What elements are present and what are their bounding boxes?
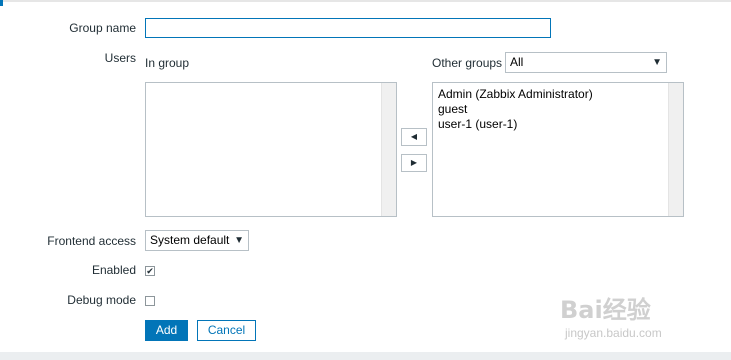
accent-tick — [0, 0, 3, 6]
cancel-button[interactable]: Cancel — [197, 320, 256, 341]
other-groups-list: Admin (Zabbix Administrator) guest user-… — [438, 87, 593, 132]
other-groups-label: Other groups — [432, 56, 503, 70]
in-group-label: In group — [145, 56, 190, 70]
users-label: Users — [104, 51, 136, 65]
top-border — [0, 0, 731, 2]
watermark-url: jingyan.baidu.com — [565, 326, 662, 340]
enabled-checkbox[interactable]: ✔ — [145, 266, 155, 276]
move-left-button[interactable]: ◀ — [401, 128, 427, 146]
footer-bar — [0, 352, 731, 360]
frontend-access-value: System default — [150, 233, 230, 247]
other-groups-listbox[interactable]: Admin (Zabbix Administrator) guest user-… — [432, 82, 684, 217]
group-name-input[interactable] — [145, 18, 551, 38]
other-groups-scrollbar[interactable] — [668, 83, 683, 216]
debug-mode-label: Debug mode — [67, 293, 136, 307]
list-item[interactable]: Admin (Zabbix Administrator) — [438, 87, 593, 102]
frontend-access-select[interactable]: System default ▼ — [145, 230, 249, 251]
list-item[interactable]: guest — [438, 102, 593, 117]
frontend-access-label: Frontend access — [47, 234, 136, 248]
triangle-left-icon: ◀ — [410, 132, 418, 141]
chevron-down-icon: ▼ — [234, 235, 244, 246]
checkmark-icon: ✔ — [146, 266, 154, 276]
group-name-label: Group name — [69, 21, 136, 35]
triangle-right-icon: ▶ — [410, 158, 418, 167]
in-group-listbox[interactable] — [145, 82, 397, 217]
debug-mode-checkbox[interactable] — [145, 296, 155, 306]
add-button[interactable]: Add — [145, 320, 188, 341]
other-groups-select[interactable]: All ▼ — [505, 52, 667, 73]
watermark-logo: Bai经验 — [560, 296, 651, 324]
move-right-button[interactable]: ▶ — [401, 154, 427, 172]
in-group-scrollbar[interactable] — [381, 83, 396, 216]
list-item[interactable]: user-1 (user-1) — [438, 117, 593, 132]
watermark: Bai经验 jingyan.baidu.com — [560, 290, 720, 350]
other-groups-select-value: All — [510, 55, 524, 69]
enabled-label: Enabled — [91, 263, 136, 277]
chevron-down-icon: ▼ — [652, 57, 662, 68]
